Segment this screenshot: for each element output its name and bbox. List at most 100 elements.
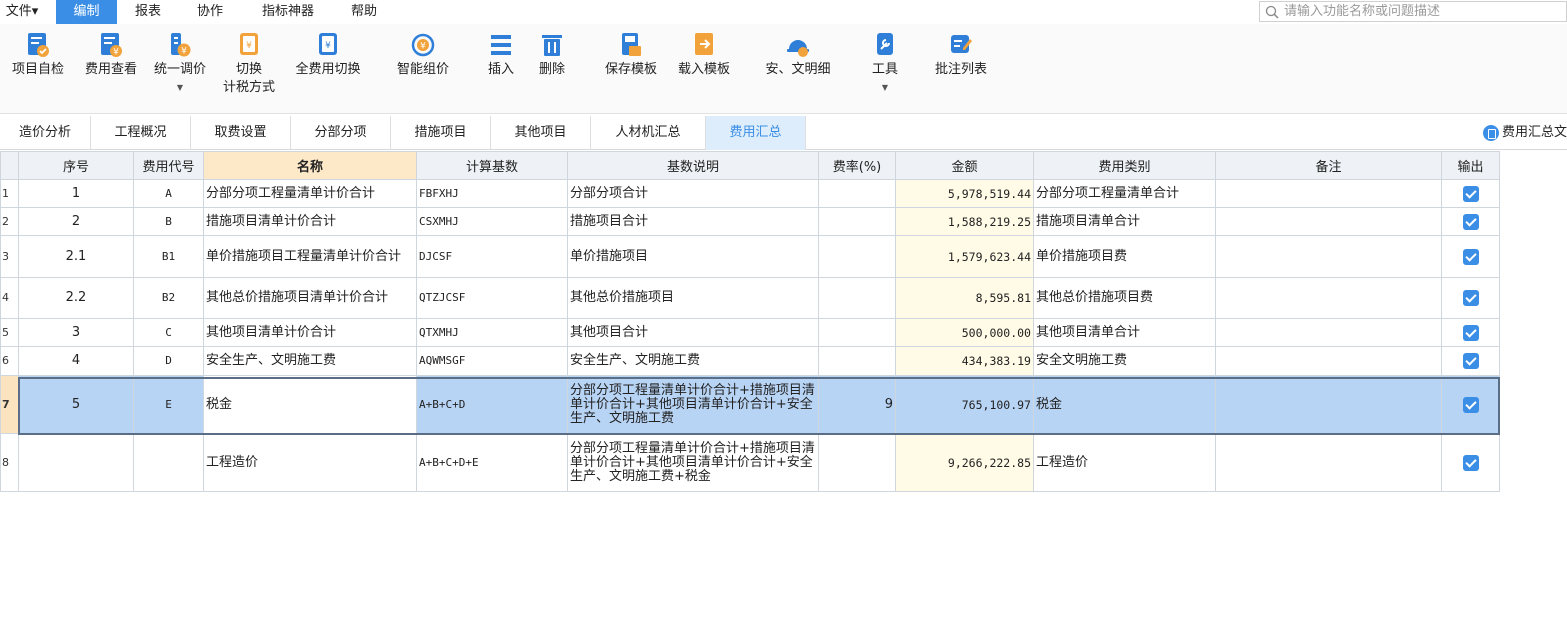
note-cell[interactable] [1215, 346, 1442, 376]
menu-index-tool[interactable]: 指标神器 [252, 0, 324, 24]
annotation-list-button[interactable]: 批注列表 [926, 32, 996, 79]
base-desc-cell[interactable]: 其他项目合计 [567, 318, 819, 347]
code-cell[interactable]: D [133, 346, 204, 376]
column-header-amount[interactable]: 金额 [895, 151, 1034, 180]
category-cell[interactable]: 措施项目清单合计 [1033, 207, 1216, 236]
table-row[interactable]: 5 3 C 其他项目清单计价合计 QTXMHJ 其他项目合计 500,000.00 其他项目清… [0, 318, 1500, 347]
note-cell[interactable] [1215, 207, 1442, 236]
note-cell[interactable] [1215, 433, 1442, 492]
column-header-code[interactable]: 费用代号 [133, 151, 204, 180]
table-row[interactable]: 2 2 B 措施项目清单计价合计 CSXMHJ 措施项目合计 1,588,219.25 措施项… [0, 207, 1500, 236]
table-row[interactable]: 1 1 A 分部分项工程量清单计价合计 FBFXHJ 分部分项合计 5,978,519.44… [0, 179, 1500, 208]
tab-cost-summary[interactable]: 费用汇总 [706, 116, 806, 150]
rate-cell[interactable]: 9 [818, 375, 896, 434]
output-checkbox[interactable] [1462, 454, 1479, 471]
column-header-rate[interactable]: 费率(%) [818, 151, 896, 180]
base-cell[interactable]: QTXMHJ [416, 318, 568, 347]
note-cell[interactable] [1215, 318, 1442, 347]
code-cell[interactable]: E [133, 375, 204, 434]
cost-view-button[interactable]: ¥ 费用查看 [79, 32, 143, 79]
rate-cell[interactable] [818, 433, 896, 492]
column-header-seq[interactable]: 序号 [18, 151, 134, 180]
menu-file[interactable]: 文件▾ [0, 0, 44, 24]
seq-cell[interactable]: 2.2 [18, 277, 134, 319]
base-desc-cell[interactable]: 安全生产、文明施工费 [567, 346, 819, 376]
name-cell[interactable]: 安全生产、文明施工费 [203, 346, 417, 376]
save-template-button[interactable]: 保存模板 [598, 32, 664, 79]
search-box[interactable] [1259, 1, 1567, 22]
seq-cell[interactable]: 3 [18, 318, 134, 347]
table-row[interactable]: 6 4 D 安全生产、文明施工费 AQWMSGF 安全生产、文明施工费 434,383.19… [0, 346, 1500, 376]
seq-cell[interactable]: 2.1 [18, 235, 134, 278]
table-row[interactable]: 3 2.1 B1 单价措施项目工程量清单计价合计 DJCSF 单价措施项目 1,579,62… [0, 235, 1500, 278]
tab-labor-material-summary[interactable]: 人材机汇总 [591, 116, 706, 150]
base-desc-cell[interactable]: 单价措施项目 [567, 235, 819, 278]
base-desc-cell[interactable]: 分部分项工程量清单计价合计+措施项目清单计价合计+其他项目清单计价合计+安全生产… [567, 433, 819, 492]
rate-cell[interactable] [818, 207, 896, 236]
name-cell[interactable]: 税金 [203, 375, 417, 434]
project-self-check-button[interactable]: 项目自检 [6, 32, 70, 79]
base-cell[interactable]: CSXMHJ [416, 207, 568, 236]
tools-button[interactable]: 工具 ▼ [866, 32, 904, 93]
delete-button[interactable]: 删除 [533, 32, 571, 79]
cost-summary-doc-button[interactable]: 费用汇总文 [1480, 116, 1567, 150]
seq-cell[interactable]: 5 [18, 375, 134, 434]
category-cell[interactable]: 工程造价 [1033, 433, 1216, 492]
category-cell[interactable]: 其他项目清单合计 [1033, 318, 1216, 347]
tab-sub-items[interactable]: 分部分项 [291, 116, 391, 150]
base-cell[interactable]: AQWMSGF [416, 346, 568, 376]
category-cell[interactable]: 分部分项工程量清单合计 [1033, 179, 1216, 208]
output-checkbox[interactable] [1462, 185, 1479, 202]
column-header-base[interactable]: 计算基数 [416, 151, 568, 180]
name-cell[interactable]: 其他总价措施项目清单计价合计 [203, 277, 417, 319]
search-input[interactable] [1284, 3, 1564, 20]
name-cell[interactable]: 单价措施项目工程量清单计价合计 [203, 235, 417, 278]
code-cell[interactable]: A [133, 179, 204, 208]
base-cell[interactable]: FBFXHJ [416, 179, 568, 208]
tab-cost-analysis[interactable]: 造价分析 [0, 116, 91, 150]
menu-help[interactable]: 帮助 [342, 0, 386, 24]
code-cell[interactable]: B [133, 207, 204, 236]
column-header-base-desc[interactable]: 基数说明 [567, 151, 819, 180]
chevron-down-icon[interactable]: ▼ [148, 83, 212, 93]
menu-report[interactable]: 报表 [126, 0, 170, 24]
code-cell[interactable]: B2 [133, 277, 204, 319]
rate-cell[interactable] [818, 318, 896, 347]
tab-fee-settings[interactable]: 取费设置 [191, 116, 291, 150]
rate-cell[interactable] [818, 235, 896, 278]
switch-tax-mode-button[interactable]: ¥ 切换 计税方式 [216, 32, 282, 97]
tab-project-overview[interactable]: 工程概况 [91, 116, 191, 150]
output-checkbox[interactable] [1462, 353, 1479, 369]
rate-cell[interactable] [818, 346, 896, 376]
note-cell[interactable] [1215, 235, 1442, 278]
seq-cell[interactable]: 4 [18, 346, 134, 376]
base-desc-cell[interactable]: 措施项目合计 [567, 207, 819, 236]
chevron-down-icon[interactable]: ▼ [866, 83, 904, 93]
note-cell[interactable] [1215, 179, 1442, 208]
code-cell[interactable]: C [133, 318, 204, 347]
smart-pricing-button[interactable]: ¥ 智能组价 [389, 32, 457, 79]
output-checkbox[interactable] [1462, 324, 1479, 341]
base-desc-cell[interactable]: 分部分项工程量清单计价合计+措施项目清单计价合计+其他项目清单计价合计+安全生产… [567, 375, 819, 434]
full-cost-switch-button[interactable]: ¥ 全费用切换 [288, 32, 368, 79]
seq-cell[interactable] [18, 433, 134, 492]
tab-other-items[interactable]: 其他项目 [491, 116, 591, 150]
name-cell[interactable]: 措施项目清单计价合计 [203, 207, 417, 236]
base-cell[interactable]: DJCSF [416, 235, 568, 278]
base-desc-cell[interactable]: 其他总价措施项目 [567, 277, 819, 319]
menu-collab[interactable]: 协作 [188, 0, 232, 24]
code-cell[interactable] [133, 433, 204, 492]
tab-measures[interactable]: 措施项目 [391, 116, 491, 150]
category-cell[interactable]: 税金 [1033, 375, 1216, 434]
rate-cell[interactable] [818, 277, 896, 319]
safety-civilization-detail-button[interactable]: 安、文明细 [757, 32, 839, 79]
note-cell[interactable] [1215, 277, 1442, 319]
rate-cell[interactable] [818, 179, 896, 208]
base-desc-cell[interactable]: 分部分项合计 [567, 179, 819, 208]
unified-price-adjust-button[interactable]: ¥ 统一调价 ▼ [148, 32, 212, 93]
output-checkbox[interactable] [1462, 396, 1479, 413]
table-row[interactable]: 7 5 E 税金 A+B+C+D 分部分项工程量清单计价合计+措施项目清单计价合计+其他项… [0, 375, 1500, 434]
menu-edit[interactable]: 编制 [56, 0, 117, 24]
name-cell[interactable]: 其他项目清单计价合计 [203, 318, 417, 347]
insert-button[interactable]: 插入 [482, 32, 520, 79]
